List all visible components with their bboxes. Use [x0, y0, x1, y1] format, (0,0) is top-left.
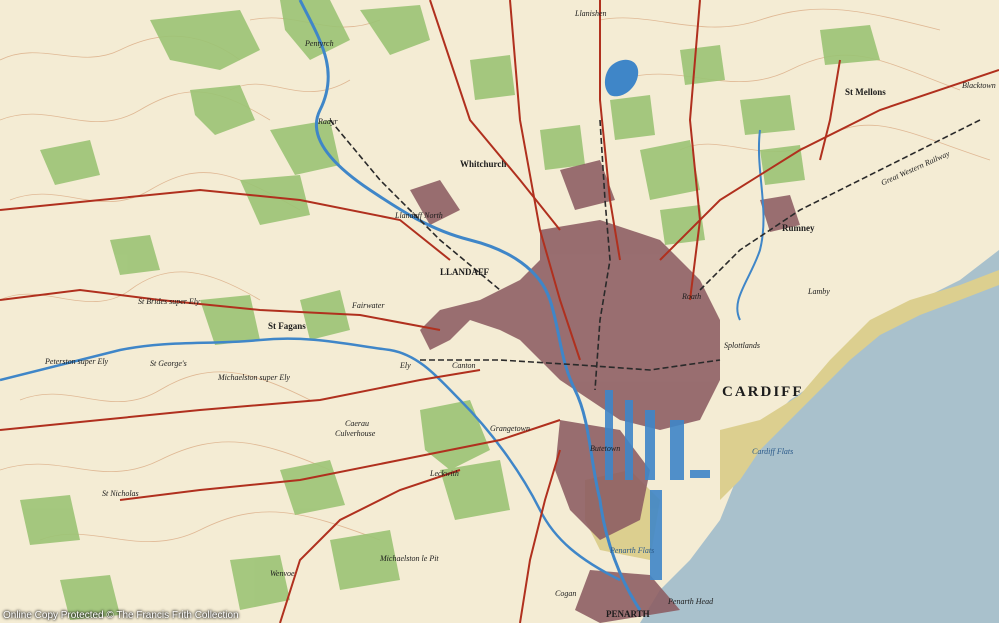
place-label-blackton: Blacktown [962, 81, 996, 90]
copyright-notice: Online Copy Protected © The Francis Frit… [3, 610, 239, 621]
place-label-rumney: Rumney [782, 223, 815, 233]
place-label-michaelston: Michaelston le Pit [380, 554, 439, 563]
place-label-penarth-head: Penarth Head [668, 597, 714, 606]
place-label-michaelston-fedw: Michaelston super Ely [218, 373, 290, 382]
place-label-st-nicholas: St Nicholas [102, 489, 139, 498]
place-label-llanishen: Llanishen [575, 9, 607, 18]
place-label-grangetown: Grangetown [490, 424, 530, 433]
place-label-penarth-flats: Penarth Flats [610, 546, 655, 555]
place-label-pentyrch: Pentyrch [305, 39, 334, 48]
place-label-lamby: Lamby [808, 287, 830, 296]
place-label-llandaff-north: Llandaff North [395, 211, 443, 220]
place-label-penarth: PENARTH [606, 609, 650, 619]
place-label-culverhouse: Culverhouse [335, 429, 376, 438]
place-label-cogan: Cogan [555, 589, 577, 598]
place-label-st-georges: St George's [150, 359, 187, 368]
place-label-cardiff: CARDIFF [722, 384, 804, 400]
place-label-caerau: Caerau [345, 419, 369, 428]
place-label-cardiff-flats: Cardiff Flats [752, 447, 794, 456]
place-label-butetown: Butetown [590, 444, 621, 453]
place-label-st-mellons: St Mellons [845, 87, 886, 97]
place-label-fairwater: Fairwater [352, 301, 385, 310]
place-label-splott: Splottlands [724, 341, 761, 350]
place-label-roath: Roath [682, 292, 702, 301]
place-label-wenvoe: Wenvoe [270, 569, 295, 578]
place-label-radyr: Radyr [318, 117, 338, 126]
map-view[interactable]: CARDIFF LLANDAFF Whitchurch Llandaff Nor… [0, 0, 999, 623]
place-label-llandaff: LLANDAFF [440, 267, 489, 277]
place-label-whitchurch: Whitchurch [460, 159, 507, 169]
place-label-peterston: Peterston super Ely [45, 357, 109, 366]
place-label-leckwith: Leckwith [430, 469, 459, 478]
place-label-st-brides: St Brides super Ely [138, 297, 200, 306]
place-label-st-fagans: St Fagans [268, 321, 306, 331]
place-label-canton: Canton [452, 361, 476, 370]
place-label-ely: Ely [400, 361, 411, 370]
